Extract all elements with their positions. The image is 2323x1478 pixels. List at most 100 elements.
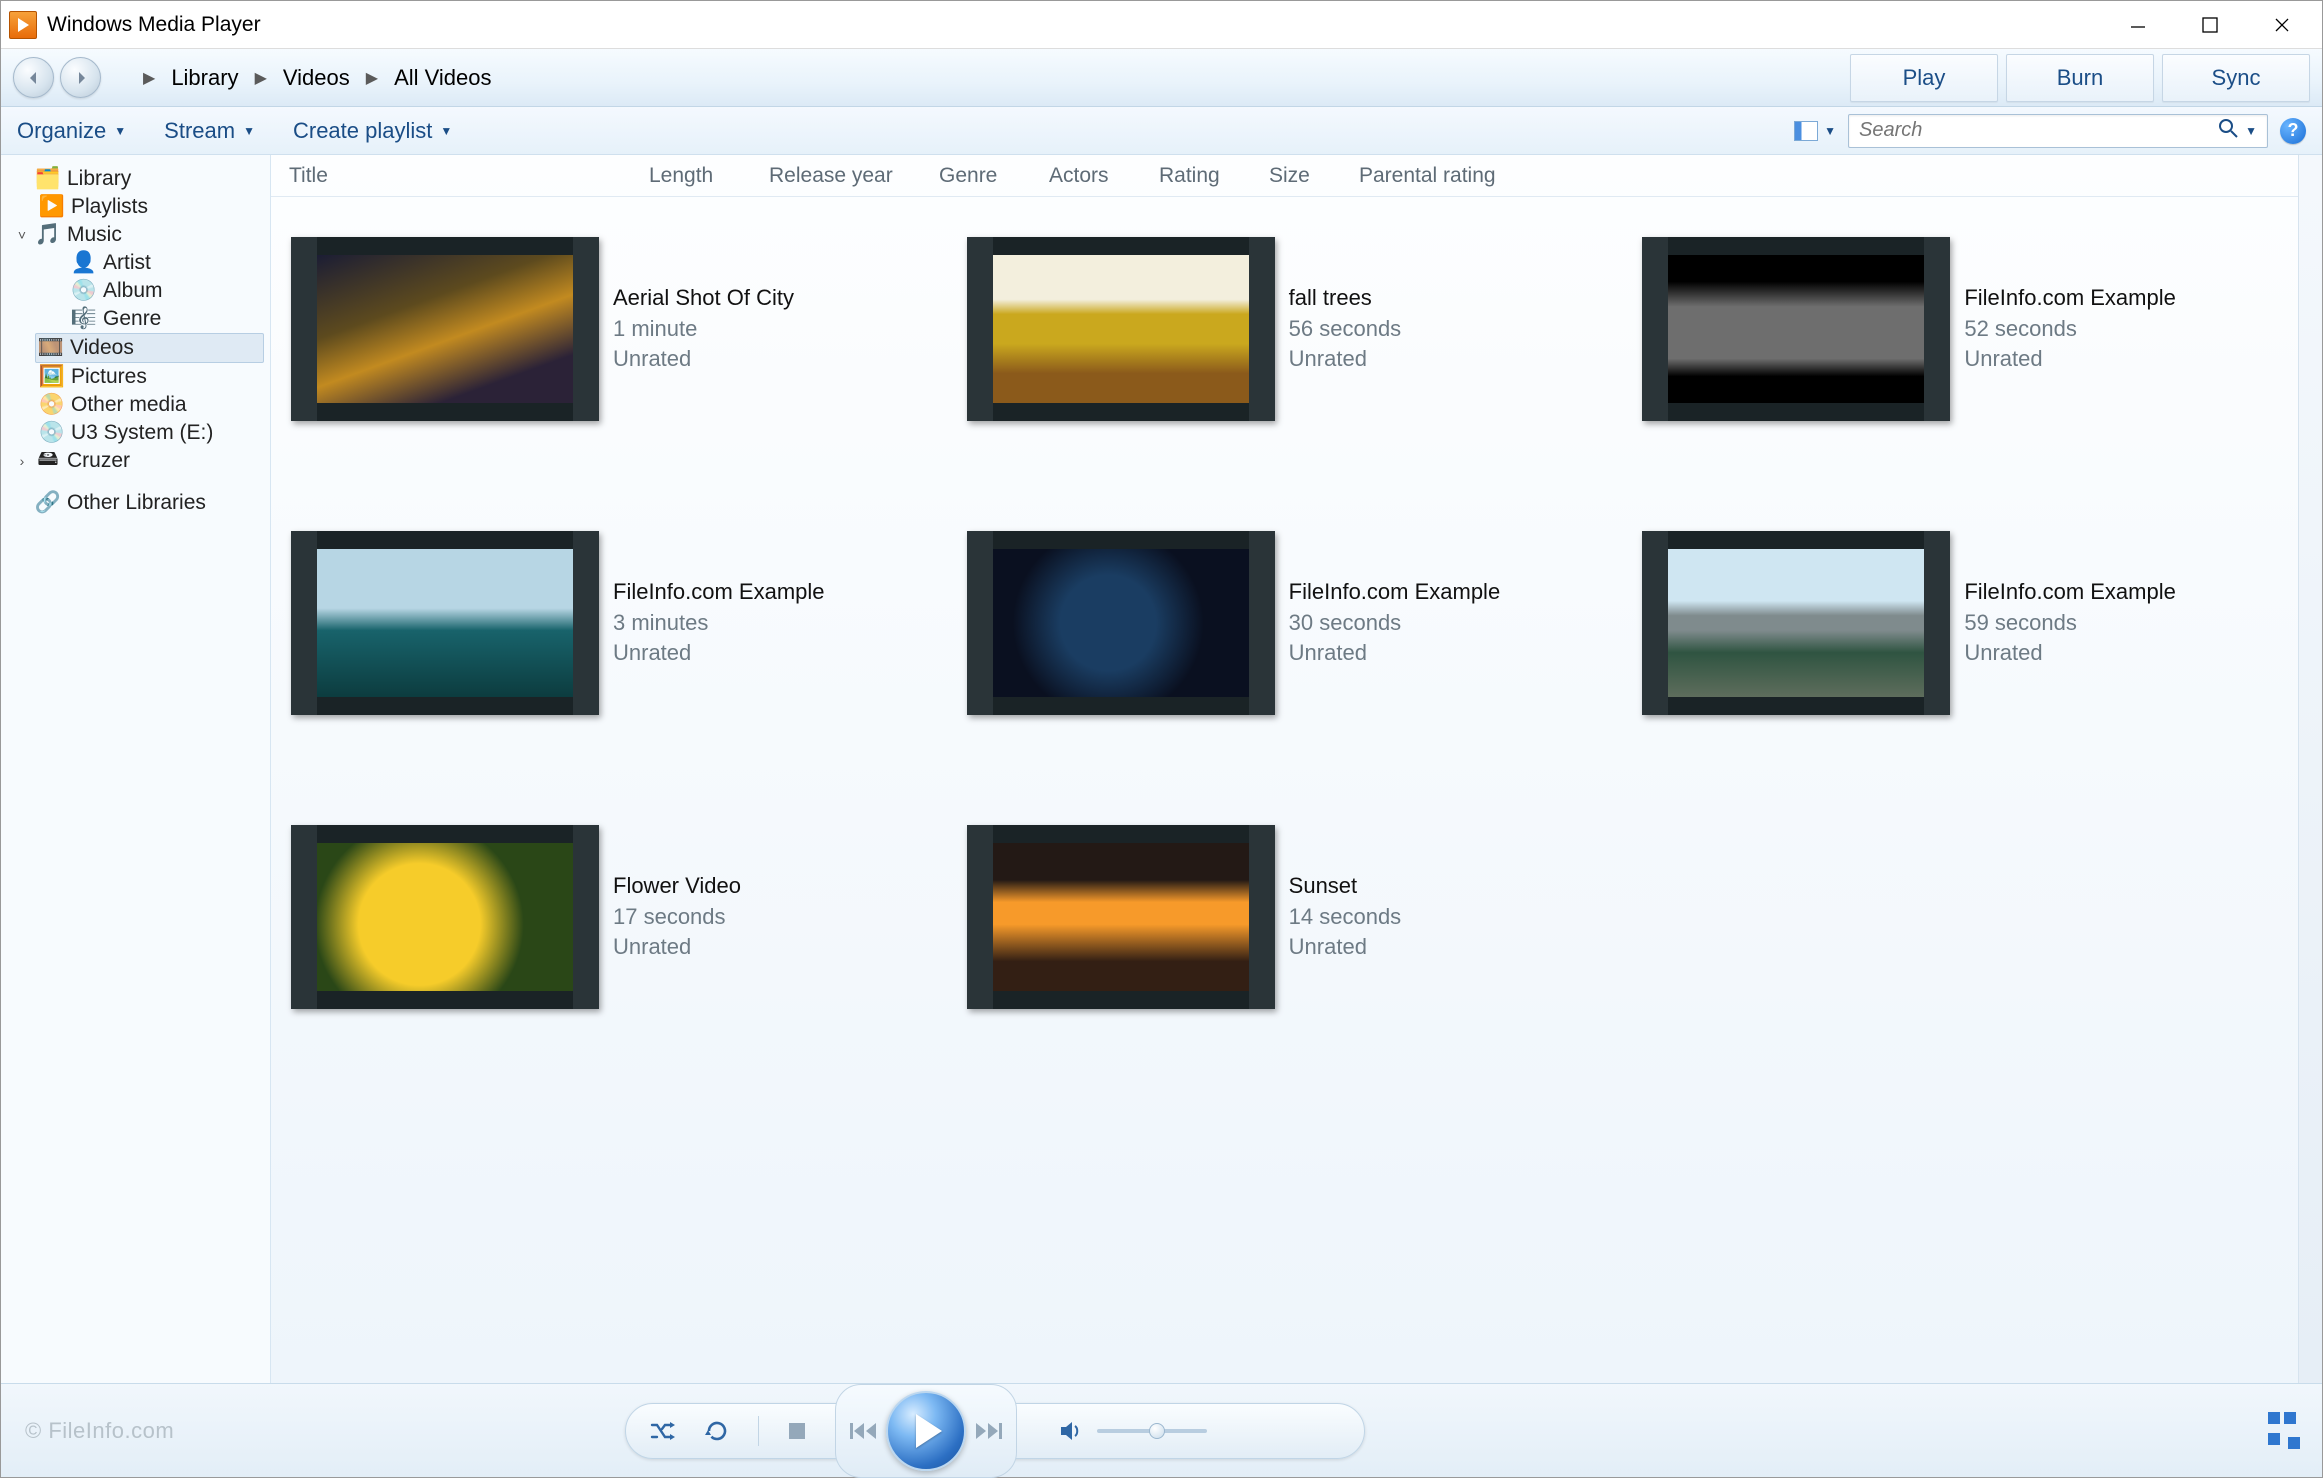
search-input[interactable] — [1859, 119, 2217, 142]
tree-node-genre[interactable]: 🎼Genre — [1, 305, 270, 333]
help-button[interactable]: ? — [2280, 118, 2306, 144]
tree-node-other-media[interactable]: 📀Other media — [1, 391, 270, 419]
video-thumbnail[interactable] — [291, 531, 599, 715]
tree-node-library[interactable]: ▾🗂️Library — [1, 165, 270, 193]
toolbar: Organize▼ Stream▼ Create playlist▼ ▼ ▼ ? — [1, 107, 2322, 155]
video-rating: Unrated — [613, 932, 741, 963]
column-genre[interactable]: Genre — [939, 164, 1049, 188]
video-meta: Sunset14 secondsUnrated — [1289, 871, 1402, 963]
video-item[interactable]: FileInfo.com Example30 secondsUnrated — [967, 531, 1603, 715]
tree-node-pictures[interactable]: 🖼️Pictures — [1, 363, 270, 391]
view-options-button[interactable]: ▼ — [1794, 121, 1836, 141]
playlist-icon: ▶️ — [41, 196, 63, 218]
play-button[interactable] — [886, 1391, 966, 1471]
stop-button[interactable] — [787, 1421, 807, 1441]
minimize-button[interactable] — [2102, 2, 2174, 48]
column-header-row: Title Length Release year Genre Actors R… — [271, 155, 2298, 197]
video-thumbnail[interactable] — [291, 825, 599, 1009]
other-libraries-icon: 🔗 — [37, 492, 59, 514]
video-item[interactable]: fall trees56 secondsUnrated — [967, 237, 1603, 421]
divider — [758, 1416, 759, 1446]
video-length: 1 minute — [613, 314, 794, 345]
tree-node-album[interactable]: 💿Album — [1, 277, 270, 305]
video-thumbnail[interactable] — [291, 237, 599, 421]
shuffle-button[interactable] — [650, 1420, 676, 1442]
video-item[interactable]: FileInfo.com Example52 secondsUnrated — [1642, 237, 2278, 421]
window-controls — [2102, 2, 2318, 48]
volume-slider[interactable] — [1097, 1429, 1207, 1433]
tree-node-playlists[interactable]: ▶️Playlists — [1, 193, 270, 221]
column-title[interactable]: Title — [289, 164, 649, 188]
video-title: fall trees — [1289, 283, 1402, 314]
column-size[interactable]: Size — [1269, 164, 1359, 188]
tab-play[interactable]: Play — [1850, 54, 1998, 102]
video-thumbnail[interactable] — [1642, 531, 1950, 715]
video-title: Aerial Shot Of City — [613, 283, 794, 314]
column-parental-rating[interactable]: Parental rating — [1359, 164, 1536, 188]
video-title: Flower Video — [613, 871, 741, 902]
forward-button[interactable] — [60, 57, 101, 98]
thumbnail-frame — [993, 843, 1249, 991]
vertical-scrollbar[interactable] — [2298, 155, 2322, 1383]
breadcrumb-videos[interactable]: Videos — [281, 61, 352, 95]
video-length: 56 seconds — [1289, 314, 1402, 345]
next-button[interactable] — [972, 1421, 1002, 1441]
watermark-text: © FileInfo.com — [25, 1418, 174, 1444]
column-actors[interactable]: Actors — [1049, 164, 1159, 188]
tree-node-videos[interactable]: 🎞️Videos — [35, 333, 264, 363]
video-item[interactable]: Flower Video17 secondsUnrated — [291, 825, 927, 1009]
thumbnail-frame — [1668, 549, 1924, 697]
switch-to-now-playing-button[interactable] — [2266, 1410, 2298, 1452]
library-icon: 🗂️ — [37, 168, 59, 190]
previous-button[interactable] — [850, 1421, 880, 1441]
content-pane: Title Length Release year Genre Actors R… — [271, 155, 2298, 1383]
window-title: Windows Media Player — [47, 13, 261, 37]
video-item[interactable]: Sunset14 secondsUnrated — [967, 825, 1603, 1009]
player-bar: © FileInfo.com — [1, 1383, 2322, 1477]
video-length: 14 seconds — [1289, 902, 1402, 933]
tab-sync[interactable]: Sync — [2162, 54, 2310, 102]
column-length[interactable]: Length — [649, 164, 769, 188]
breadcrumb-library[interactable]: Library — [169, 61, 240, 95]
navigation-bar: ▶ Library ▶ Videos ▶ All Videos Play Bur… — [1, 49, 2322, 107]
video-meta: FileInfo.com Example30 secondsUnrated — [1289, 577, 1501, 669]
repeat-button[interactable] — [704, 1418, 730, 1444]
video-item[interactable]: FileInfo.com Example59 secondsUnrated — [1642, 531, 2278, 715]
column-release-year[interactable]: Release year — [769, 164, 939, 188]
close-button[interactable] — [2246, 2, 2318, 48]
video-thumbnail[interactable] — [1642, 237, 1950, 421]
column-rating[interactable]: Rating — [1159, 164, 1269, 188]
video-thumbnail[interactable] — [967, 825, 1275, 1009]
video-item[interactable]: FileInfo.com Example3 minutesUnrated — [291, 531, 927, 715]
chevron-down-icon: ▼ — [243, 124, 255, 138]
chevron-down-icon: ▼ — [114, 124, 126, 138]
stream-menu[interactable]: Stream▼ — [164, 118, 255, 144]
video-thumbnail[interactable] — [967, 237, 1275, 421]
expand-icon[interactable]: › — [15, 453, 29, 469]
collapse-icon[interactable]: ˅ — [15, 227, 29, 243]
titlebar: Windows Media Player — [1, 1, 2322, 49]
tree-node-other-libraries[interactable]: ▾🔗Other Libraries — [1, 489, 270, 517]
mute-button[interactable] — [1059, 1420, 1083, 1442]
volume-knob[interactable] — [1149, 1423, 1165, 1439]
thumbnail-frame — [993, 255, 1249, 403]
chevron-down-icon[interactable]: ▼ — [2245, 124, 2257, 138]
tree-node-artist[interactable]: 👤Artist — [1, 249, 270, 277]
tab-burn[interactable]: Burn — [2006, 54, 2154, 102]
thumbnail-frame — [1668, 255, 1924, 403]
search-box[interactable]: ▼ — [1848, 114, 2268, 148]
video-item[interactable]: Aerial Shot Of City1 minuteUnrated — [291, 237, 927, 421]
tree-node-music[interactable]: ˅🎵Music — [1, 221, 270, 249]
video-thumbnail[interactable] — [967, 531, 1275, 715]
video-title: FileInfo.com Example — [613, 577, 825, 608]
organize-menu[interactable]: Organize▼ — [17, 118, 126, 144]
create-playlist-menu[interactable]: Create playlist▼ — [293, 118, 452, 144]
breadcrumb-all-videos[interactable]: All Videos — [392, 61, 493, 95]
back-button[interactable] — [13, 57, 54, 98]
maximize-button[interactable] — [2174, 2, 2246, 48]
video-title: FileInfo.com Example — [1964, 577, 2176, 608]
tree-node-cruzer[interactable]: ›🖴Cruzer — [1, 447, 270, 475]
search-icon[interactable] — [2217, 117, 2239, 144]
video-rating: Unrated — [1289, 932, 1402, 963]
skip-group — [835, 1384, 1017, 1478]
